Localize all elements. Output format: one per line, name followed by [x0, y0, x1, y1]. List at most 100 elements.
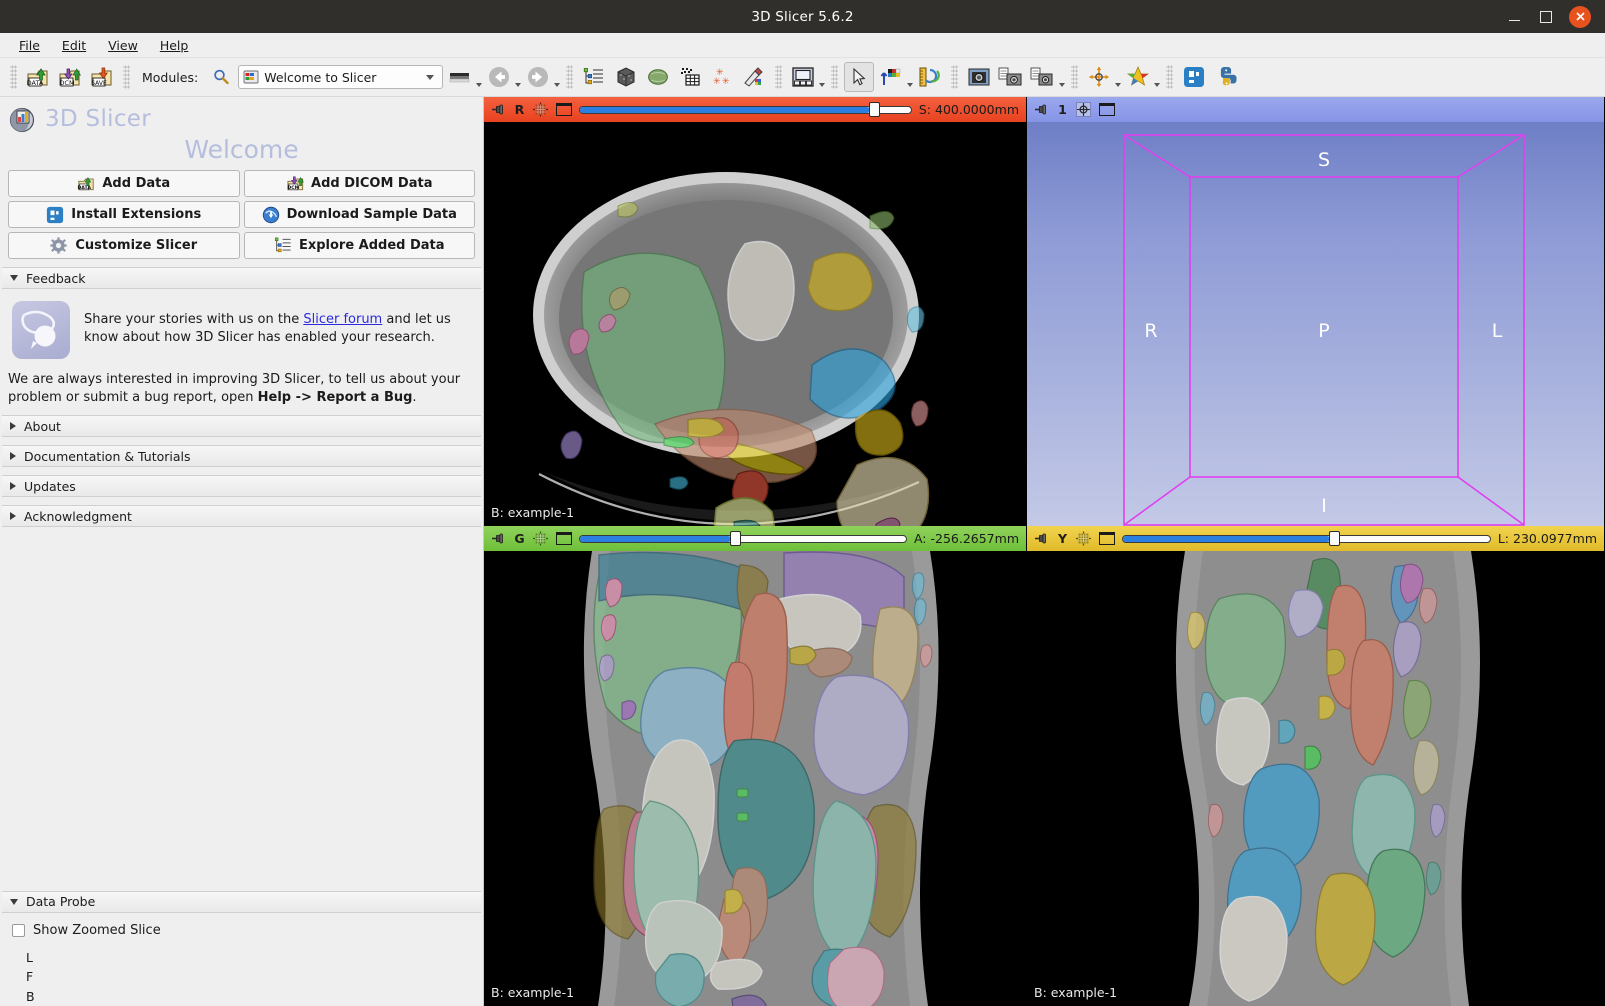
layout-group	[788, 62, 826, 92]
module-selector[interactable]: Welcome to Slicer	[238, 65, 444, 89]
download-sample-data-button[interactable]: Download Sample Data	[243, 201, 475, 228]
save-data-icon[interactable]: SAVE	[87, 62, 117, 92]
install-extensions-button[interactable]: Install Extensions	[8, 201, 240, 228]
pin-icon[interactable]	[491, 532, 507, 545]
lightbox-layout-icon[interactable]	[1099, 532, 1115, 545]
colors-icon[interactable]	[1123, 62, 1153, 92]
section-acknowledgment-header[interactable]: Acknowledgment	[2, 505, 481, 528]
extension-manager-icon[interactable]	[1179, 62, 1209, 92]
slice-offset-slider-red[interactable]	[579, 102, 912, 117]
layout-icon[interactable]	[788, 62, 818, 92]
add-data-icon: DATA	[77, 175, 95, 192]
markups-icon[interactable]: ✳ ✳ ✳	[707, 62, 737, 92]
magnifier-icon[interactable]	[206, 62, 236, 92]
section-feedback-header[interactable]: Feedback	[2, 267, 481, 289]
chevron-down-icon[interactable]	[476, 83, 483, 87]
chevron-down-icon	[10, 898, 18, 905]
slice-view-yellow[interactable]: Y L: 230.0977mm B: example-1	[1027, 526, 1605, 1006]
history-forward-group	[523, 62, 561, 92]
lightbox-layout-icon[interactable]	[556, 103, 572, 116]
slice-view-green[interactable]: G A: -256.2657mm B: example-1	[484, 526, 1027, 1006]
slice-offset-slider-yellow[interactable]	[1122, 531, 1491, 546]
chevron-right-icon	[10, 482, 16, 491]
slider-handle[interactable]	[1328, 531, 1340, 546]
download-icon	[262, 206, 280, 224]
grid-visibility-icon[interactable]	[532, 102, 549, 117]
window-level-icon[interactable]	[876, 62, 906, 92]
slice-view-red-canvas[interactable]	[484, 122, 1026, 526]
chevron-down-icon[interactable]	[1115, 83, 1122, 87]
toolbar-handle[interactable]	[10, 65, 17, 89]
slicer-forum-link[interactable]: Slicer forum	[303, 312, 382, 327]
ruler-reformat-icon[interactable]	[915, 62, 945, 92]
scene-views-restore-group	[1028, 62, 1066, 92]
models-icon[interactable]	[643, 62, 673, 92]
window-minimize-button[interactable]	[1505, 8, 1523, 26]
chevron-down-icon[interactable]	[819, 83, 826, 87]
grid-visibility-icon[interactable]	[1075, 531, 1092, 546]
menu-edit[interactable]: Edit	[53, 36, 95, 55]
download-sample-data-label: Download Sample Data	[286, 207, 457, 222]
subject-hierarchy-icon[interactable]	[579, 62, 609, 92]
lightbox-layout-icon[interactable]	[556, 532, 572, 545]
python-console-icon[interactable]	[1211, 62, 1241, 92]
data-probe-body: Show Zoomed Slice L F B	[0, 913, 483, 1006]
show-zoomed-slice-row[interactable]: Show Zoomed Slice	[12, 923, 473, 938]
slice-view-green-canvas[interactable]	[484, 551, 1026, 1006]
history-forward-icon[interactable]	[523, 62, 553, 92]
slice-view-red[interactable]: R S: 400.0000mm B: example-1	[484, 97, 1027, 526]
section-documentation-header[interactable]: Documentation & Tutorials	[2, 445, 481, 468]
window-close-button[interactable]	[1569, 5, 1591, 28]
section-updates-header[interactable]: Updates	[2, 475, 481, 498]
customize-slicer-label: Customize Slicer	[75, 238, 198, 253]
window-level-preset-icon[interactable]	[445, 62, 475, 92]
grid-visibility-icon[interactable]	[532, 531, 549, 546]
feedback-text-pre: Share your stories with us on the	[84, 312, 304, 327]
show-zoomed-slice-checkbox[interactable]	[12, 923, 25, 937]
chevron-down-icon[interactable]	[907, 83, 914, 87]
segment-editor-icon[interactable]	[675, 62, 705, 92]
add-data-label: Add Data	[102, 176, 171, 191]
pin-icon[interactable]	[491, 103, 507, 116]
menu-bar: File Edit View Help	[0, 33, 1605, 58]
customize-slicer-button[interactable]: Customize Slicer	[8, 232, 240, 259]
chevron-down-icon[interactable]	[1154, 83, 1161, 87]
explore-added-data-button[interactable]: Explore Added Data	[243, 232, 475, 259]
section-data-probe-header[interactable]: Data Probe	[2, 890, 481, 913]
slice-offset-slider-green[interactable]	[579, 531, 907, 546]
pin-icon[interactable]	[1034, 103, 1050, 116]
maximize-view-icon[interactable]	[1099, 103, 1115, 116]
view-3d[interactable]: 1 S I R L P	[1027, 97, 1605, 526]
chevron-down-icon[interactable]	[554, 83, 561, 87]
window-maximize-button[interactable]	[1537, 8, 1555, 26]
menu-view[interactable]: View	[99, 36, 147, 55]
page-title: Welcome	[184, 135, 299, 164]
scene-views-restore-icon[interactable]	[1028, 62, 1058, 92]
section-about-header[interactable]: About	[2, 415, 481, 438]
chevron-down-icon[interactable]	[1059, 83, 1066, 87]
load-data-icon[interactable]: DATA	[23, 62, 53, 92]
menu-help[interactable]: Help	[151, 36, 198, 55]
view-3d-canvas[interactable]: S I R L P	[1027, 122, 1604, 526]
window-controls	[1505, 0, 1599, 33]
slider-fill	[580, 106, 870, 113]
volume-rendering-icon[interactable]	[611, 62, 641, 92]
crosshair-icon[interactable]	[1084, 62, 1114, 92]
load-dicom-icon[interactable]: DCM	[55, 62, 85, 92]
chevron-down-icon[interactable]	[515, 83, 522, 87]
menu-file[interactable]: File	[10, 36, 49, 55]
slider-handle[interactable]	[729, 531, 741, 546]
spacer-documentation	[0, 467, 483, 475]
screenshot-icon[interactable]	[964, 62, 994, 92]
history-back-icon[interactable]	[484, 62, 514, 92]
view-3d-controlbar: 1	[1027, 97, 1604, 122]
pin-icon[interactable]	[1034, 532, 1050, 545]
slider-handle[interactable]	[868, 102, 880, 117]
add-dicom-button[interactable]: DCM Add DICOM Data	[243, 170, 475, 197]
scene-views-capture-icon[interactable]	[996, 62, 1026, 92]
add-data-button[interactable]: DATA Add Data	[8, 170, 240, 197]
annotations-icon[interactable]	[739, 62, 769, 92]
mouse-pointer-icon[interactable]	[844, 62, 875, 92]
center-view-icon[interactable]	[1075, 102, 1092, 117]
slice-view-yellow-canvas[interactable]	[1027, 551, 1604, 1006]
